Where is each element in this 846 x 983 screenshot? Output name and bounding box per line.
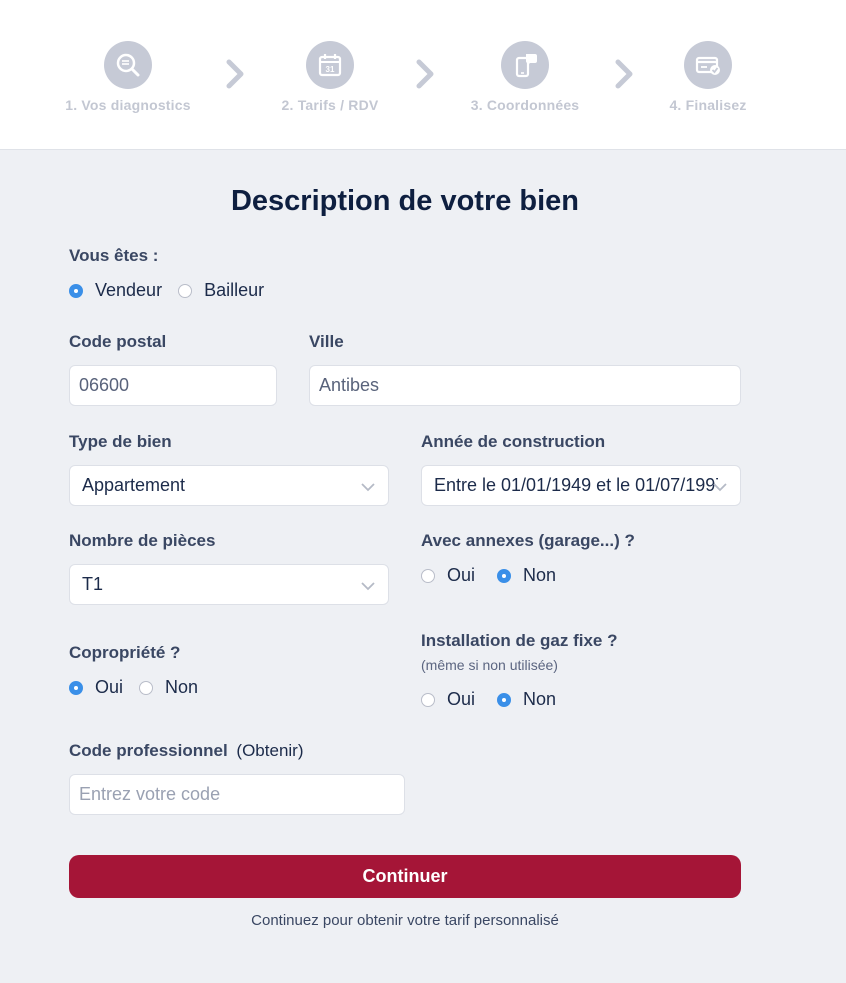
nombre-pieces-label: Nombre de pièces [69, 531, 216, 550]
nombre-pieces-select[interactable]: T1 [69, 564, 389, 605]
radio-vendeur[interactable]: Vendeur [69, 280, 162, 301]
code-pro-label-row: Code professionnel (Obtenir) [69, 741, 304, 761]
radio-indicator[interactable] [421, 692, 435, 707]
page-title: Description de votre bien [230, 185, 580, 217]
radio-label: Vendeur [95, 280, 163, 300]
annexes-label: Avec annexes (garage...) ? [421, 531, 635, 550]
radio-copropriete-non[interactable]: Non [139, 677, 198, 698]
calendar-icon: 31 [306, 41, 354, 89]
radio-label: Oui [95, 677, 124, 697]
radio-label: Bailleur [204, 280, 265, 300]
radio-selected-indicator[interactable] [69, 680, 83, 695]
radio-bailleur[interactable]: Bailleur [178, 280, 264, 301]
step-label: 2. Tarifs / RDV [281, 97, 379, 113]
select-value: Entre le 01/01/1949 et le 01/07/1997 [434, 475, 718, 495]
code-pro-input[interactable] [69, 774, 405, 815]
phone-chat-icon [501, 41, 549, 89]
step-finalisez[interactable]: 4. Finalisez [608, 41, 808, 113]
radio-selected-indicator[interactable] [69, 283, 83, 298]
annee-construction-select[interactable]: Entre le 01/01/1949 et le 01/07/1997 [421, 465, 741, 506]
radio-label: Non [523, 565, 557, 585]
continue-note: Continuez pour obtenir votre tarif perso… [251, 912, 559, 929]
annexes-radio-group: Oui Non [421, 565, 556, 586]
radio-annexes-oui[interactable]: Oui [421, 565, 475, 586]
code-pro-label: Code professionnel [69, 741, 228, 760]
step-label: 1. Vos diagnostics [65, 97, 191, 113]
search-document-icon [104, 41, 152, 89]
select-value: Appartement [82, 475, 186, 495]
radio-indicator[interactable] [178, 283, 193, 298]
copropriete-radio-group: Oui Non [69, 677, 198, 698]
radio-gaz-non[interactable]: Non [497, 689, 556, 710]
gaz-sublabel: (même si non utilisée) [421, 657, 558, 673]
chevron-down-icon [361, 582, 375, 591]
code-postal-input[interactable]: 06600 [69, 365, 277, 406]
ville-label: Ville [309, 332, 344, 351]
radio-label: Oui [447, 565, 476, 585]
radio-label: Non [165, 677, 199, 697]
radio-indicator[interactable] [421, 568, 435, 583]
code-postal-label: Code postal [69, 332, 167, 351]
vous-etes-radio-group: Vendeur Bailleur [69, 280, 264, 301]
step-coordonnees[interactable]: 3. Coordonnées [425, 41, 625, 113]
gaz-label: Installation de gaz fixe ? [421, 631, 618, 650]
step-label: 3. Coordonnées [470, 97, 580, 113]
type-de-bien-select[interactable]: Appartement [69, 465, 389, 506]
step-tarifs-rdv[interactable]: 31 2. Tarifs / RDV [230, 41, 430, 113]
radio-indicator[interactable] [139, 680, 154, 695]
radio-label: Oui [447, 689, 476, 709]
radio-copropriete-oui[interactable]: Oui [69, 677, 123, 698]
chevron-down-icon [713, 483, 727, 492]
chevron-down-icon [361, 483, 375, 492]
gaz-radio-group: Oui Non [421, 689, 556, 710]
obtenir-link[interactable]: (Obtenir) [236, 741, 303, 760]
radio-label: Non [523, 689, 557, 709]
annee-construction-label: Année de construction [421, 432, 606, 451]
radio-gaz-oui[interactable]: Oui [421, 689, 475, 710]
select-value: T1 [82, 574, 104, 594]
ville-input[interactable]: Antibes [309, 365, 741, 406]
progress-stepper: 1. Vos diagnostics 31 2. Tarifs / RDV 3.… [0, 0, 846, 150]
radio-selected-indicator[interactable] [497, 568, 512, 583]
svg-text:31: 31 [326, 65, 335, 74]
continuer-button[interactable]: Continuer [69, 855, 741, 898]
type-de-bien-label: Type de bien [69, 432, 172, 451]
radio-annexes-non[interactable]: Non [497, 565, 556, 586]
vous-etes-label: Vous êtes : [69, 246, 159, 265]
step-vos-diagnostics[interactable]: 1. Vos diagnostics [28, 41, 228, 113]
credit-card-check-icon [684, 41, 732, 89]
step-label: 4. Finalisez [669, 97, 747, 113]
radio-selected-indicator[interactable] [497, 692, 512, 707]
copropriete-label: Copropriété ? [69, 643, 181, 662]
